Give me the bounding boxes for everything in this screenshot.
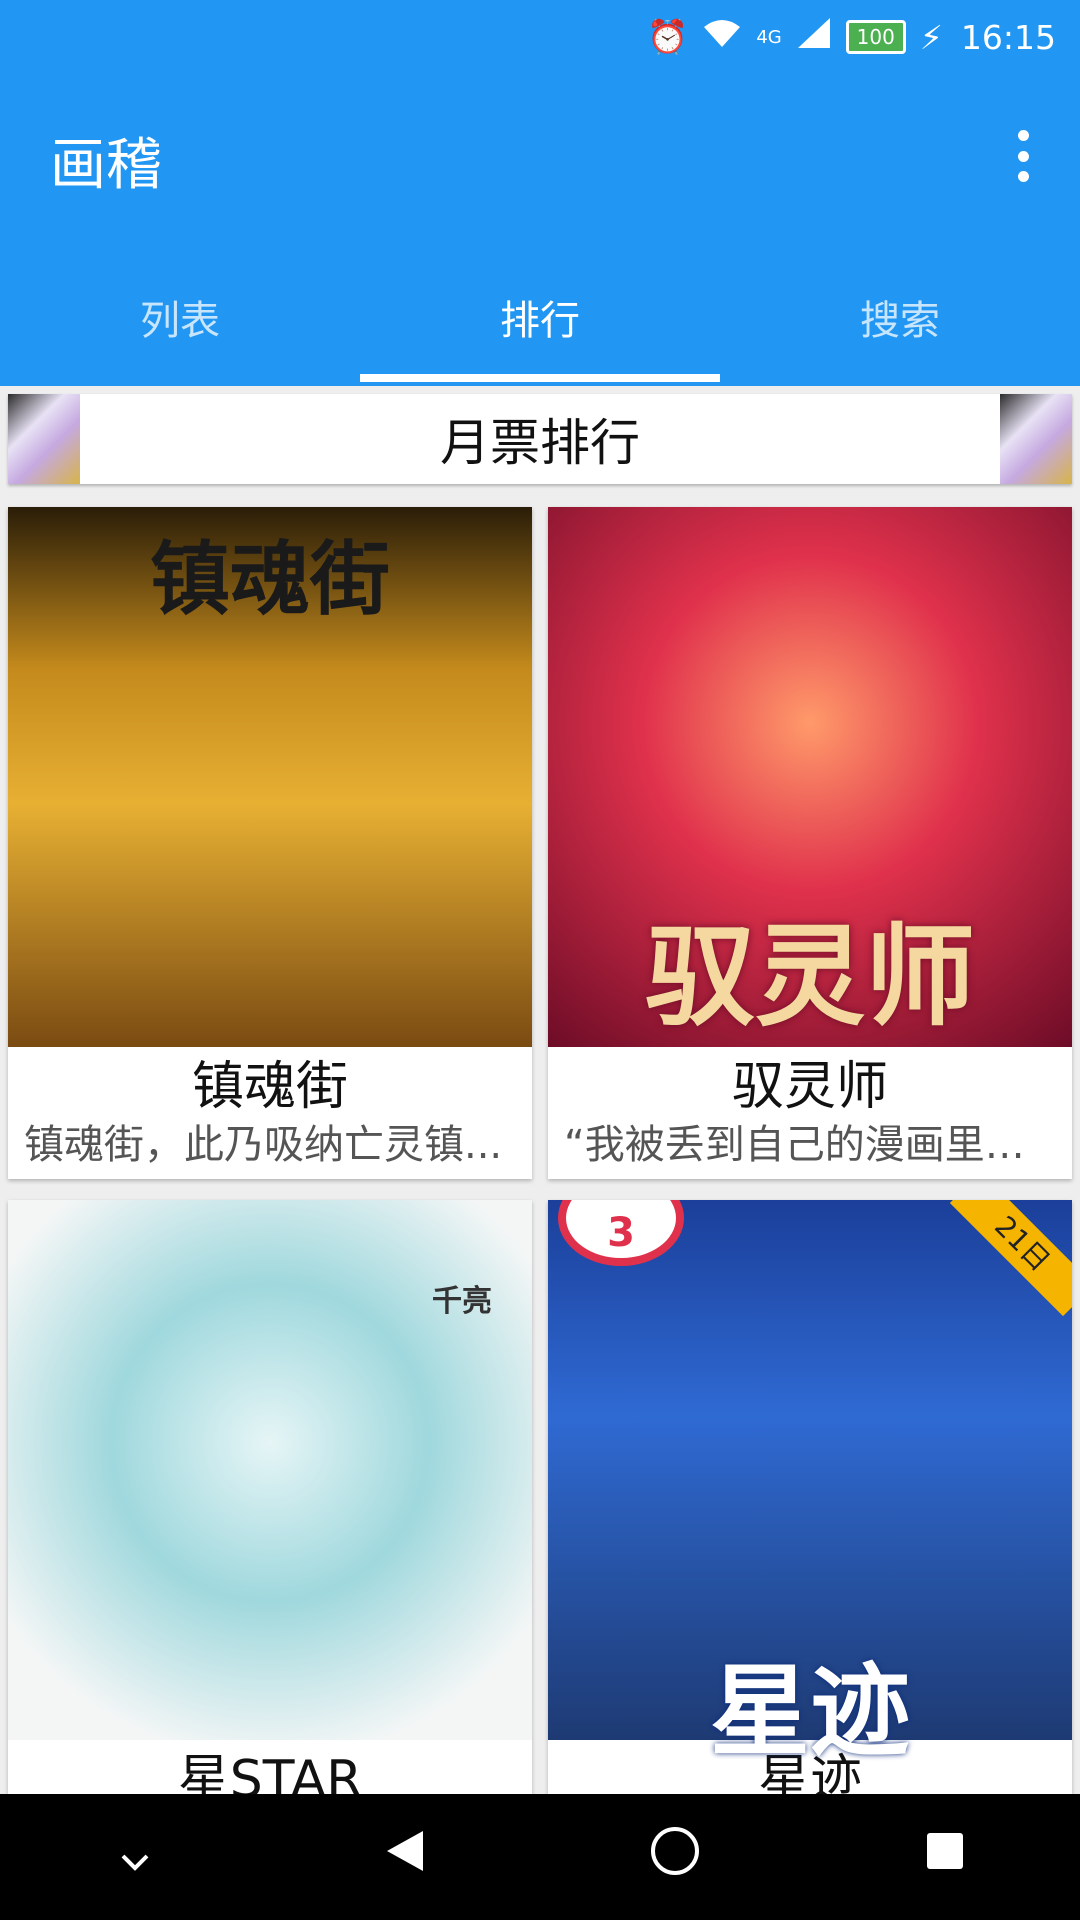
tab-search[interactable]: 搜索 (720, 268, 1080, 386)
mascot-image-left (8, 394, 80, 484)
signal-icon (796, 16, 832, 58)
system-nav-bar (0, 1794, 1080, 1920)
cover-title-art: 星迹 (710, 1652, 910, 1770)
app-title: 画稽 (50, 133, 162, 198)
tab-ranking[interactable]: 排行 (360, 268, 720, 386)
comic-cover: 3 21日 星迹 (548, 1200, 1072, 1770)
comic-card[interactable]: 3 21日 星迹 星迹 (548, 1200, 1072, 1794)
nav-back-icon[interactable] (365, 1827, 445, 1887)
comic-cover: 镇魂街 (8, 507, 532, 1047)
comic-card[interactable]: 驭灵师 驭灵师 “我被丢到自己的漫画里啦... (548, 507, 1072, 1179)
comic-description: 镇魂街，此乃吸纳亡灵镇... (24, 1122, 503, 1168)
comic-name: 驭灵师 (731, 1057, 888, 1117)
status-bar: ⏰ 4G 100 ⚡ 16:15 (647, 14, 1056, 60)
tab-bar: 列表 排行 搜索 (0, 268, 1080, 386)
comic-cover: 千亮 (8, 1200, 532, 1740)
wifi-icon (702, 18, 742, 57)
comic-description: “我被丢到自己的漫画里啦... (564, 1122, 1063, 1168)
status-time: 16:15 (960, 17, 1056, 57)
comic-cover: 驭灵师 (548, 507, 1072, 1047)
ranking-header: 月票排行 (8, 394, 1072, 484)
comic-name: 镇魂街 (191, 1057, 348, 1117)
app-bar: ⏰ 4G 100 ⚡ 16:15 画稽 列表 排行 搜索 (0, 0, 1080, 386)
cover-title-art: 驭灵师 (645, 912, 975, 1041)
comic-name: 星STAR (177, 1750, 363, 1794)
network-type: 4G (756, 26, 782, 48)
nav-down-icon[interactable] (95, 1829, 175, 1885)
charging-icon: ⚡ (919, 17, 943, 57)
nav-home-icon[interactable] (635, 1825, 715, 1889)
date-ribbon: 21日 (949, 1200, 1072, 1317)
mascot-image-right (1000, 394, 1072, 484)
issue-number-badge: 3 (558, 1200, 684, 1266)
ranking-title: 月票排行 (440, 414, 640, 472)
battery-icon: 100 (845, 20, 906, 54)
more-vert-icon[interactable] (1010, 130, 1036, 182)
nav-recents-icon[interactable] (905, 1829, 985, 1885)
comic-card[interactable]: 镇魂街 镇魂街 镇魂街，此乃吸纳亡灵镇... (8, 507, 532, 1179)
cover-title-art: 镇魂街 (150, 532, 390, 626)
cover-author-art: 千亮 (432, 1284, 492, 1319)
comic-card[interactable]: 千亮 星STAR (8, 1200, 532, 1794)
alarm-icon: ⏰ (647, 17, 689, 56)
tab-list[interactable]: 列表 (0, 268, 360, 386)
